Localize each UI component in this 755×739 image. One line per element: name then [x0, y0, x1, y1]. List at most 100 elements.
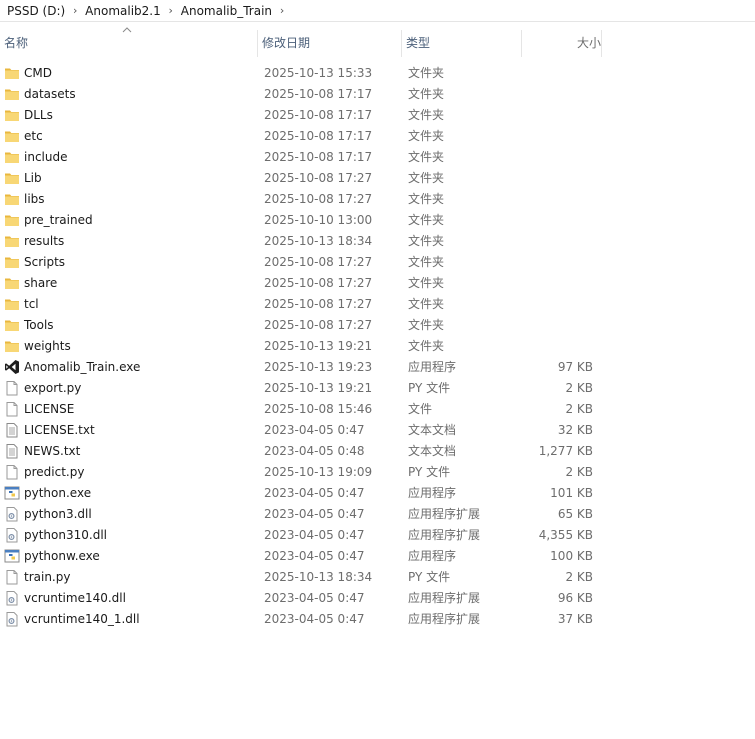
folder-icon	[4, 65, 20, 82]
file-type: 文本文档	[408, 423, 457, 437]
file-row[interactable]: Anomalib_Train.exe 2025-10-13 19:23 应用程序 97…	[0, 357, 602, 378]
file-row[interactable]: vcruntime140.dll 2023-04-05 0:47 应用程序扩展 96 …	[0, 588, 602, 609]
file-date: 2025-10-13 18:34	[264, 234, 373, 248]
file-row[interactable]: export.py 2025-10-13 19:21 PY 文件 2 KB	[0, 378, 602, 399]
file-type: 应用程序	[408, 360, 457, 374]
file-name: datasets	[24, 87, 76, 101]
file-row[interactable]: Tools 2025-10-08 17:27 文件夹	[0, 315, 602, 336]
file-size: 97 KB	[557, 360, 593, 374]
file-row[interactable]: python.exe 2023-04-05 0:47 应用程序 101 KB	[0, 483, 602, 504]
column-header-size[interactable]: 大小	[522, 30, 602, 57]
file-date: 2025-10-08 17:27	[264, 255, 373, 269]
file-type: 应用程序	[408, 549, 457, 563]
file-row[interactable]: train.py 2025-10-13 18:34 PY 文件 2 KB	[0, 567, 602, 588]
folder-icon	[4, 254, 20, 271]
file-date: 2025-10-13 19:21	[264, 381, 373, 395]
file-type: 文件夹	[408, 192, 445, 206]
file-size: 65 KB	[557, 507, 593, 521]
file-date: 2025-10-08 17:17	[264, 150, 373, 164]
file-name: python310.dll	[24, 528, 107, 542]
file-type: 文件夹	[408, 213, 445, 227]
file-row[interactable]: LICENSE.txt 2023-04-05 0:47 文本文档 32 KB	[0, 420, 602, 441]
file-date: 2025-10-10 13:00	[264, 213, 373, 227]
file-row[interactable]: results 2025-10-13 18:34 文件夹	[0, 231, 602, 252]
file-name: predict.py	[24, 465, 85, 479]
file-row[interactable]: libs 2025-10-08 17:27 文件夹	[0, 189, 602, 210]
file-date: 2025-10-08 17:17	[264, 108, 373, 122]
file-type: 文件夹	[408, 276, 445, 290]
file-row[interactable]: tcl 2025-10-08 17:27 文件夹	[0, 294, 602, 315]
file-date: 2025-10-08 17:27	[264, 192, 373, 206]
file-name: Anomalib_Train.exe	[24, 360, 141, 374]
file-name: CMD	[24, 66, 52, 80]
file-row[interactable]: CMD 2025-10-13 15:33 文件夹	[0, 63, 602, 84]
folder-icon	[4, 170, 20, 187]
file-row[interactable]: include 2025-10-08 17:17 文件夹	[0, 147, 602, 168]
file-row[interactable]: pythonw.exe 2023-04-05 0:47 应用程序 100 KB	[0, 546, 602, 567]
file-row[interactable]: vcruntime140_1.dll 2023-04-05 0:47 应用程序扩展 3…	[0, 609, 602, 630]
text-file-icon	[4, 422, 20, 439]
visual-studio-icon	[4, 359, 20, 376]
file-type: 文件夹	[408, 108, 445, 122]
file-row[interactable]: python310.dll 2023-04-05 0:47 应用程序扩展 4,355 …	[0, 525, 602, 546]
folder-icon	[4, 149, 20, 166]
column-header-name[interactable]: 名称	[0, 30, 258, 57]
file-type: PY 文件	[408, 465, 451, 479]
file-name: Scripts	[24, 255, 66, 269]
file-row[interactable]: python3.dll 2023-04-05 0:47 应用程序扩展 65 KB	[0, 504, 602, 525]
file-name: vcruntime140_1.dll	[24, 612, 140, 626]
file-type: 应用程序扩展	[408, 591, 481, 605]
file-size: 2 KB	[565, 402, 593, 416]
folder-icon	[4, 212, 20, 229]
file-row[interactable]: LICENSE 2025-10-08 15:46 文件 2 KB	[0, 399, 602, 420]
file-date: 2025-10-08 17:27	[264, 318, 373, 332]
file-date: 2025-10-13 15:33	[264, 66, 373, 80]
file-name: LICENSE	[24, 402, 75, 416]
file-date: 2025-10-13 18:34	[264, 570, 373, 584]
python-exe-icon	[4, 548, 20, 565]
file-type: 文件夹	[408, 339, 445, 353]
breadcrumb-item-anomalib[interactable]: Anomalib2.1	[85, 4, 161, 18]
breadcrumb-item-anomalib-train[interactable]: Anomalib_Train	[181, 4, 272, 18]
breadcrumb-item-drive[interactable]: PSSD (D:)	[7, 4, 65, 18]
file-type: 文件	[408, 402, 433, 416]
file-name: tcl	[24, 297, 39, 311]
file-row[interactable]: weights 2025-10-13 19:21 文件夹	[0, 336, 602, 357]
column-header-type[interactable]: 类型	[402, 30, 522, 57]
file-size: 4,355 KB	[538, 528, 593, 542]
file-row[interactable]: Lib 2025-10-08 17:27 文件夹	[0, 168, 602, 189]
file-row[interactable]: share 2025-10-08 17:27 文件夹	[0, 273, 602, 294]
file-row[interactable]: pre_trained 2025-10-10 13:00 文件夹	[0, 210, 602, 231]
chevron-right-icon[interactable]: ›	[272, 4, 292, 17]
file-row[interactable]: predict.py 2025-10-13 19:09 PY 文件 2 KB	[0, 462, 602, 483]
file-type: 应用程序扩展	[408, 612, 481, 626]
file-date: 2023-04-05 0:47	[264, 528, 365, 542]
file-row[interactable]: DLLs 2025-10-08 17:17 文件夹	[0, 105, 602, 126]
file-type: 文件夹	[408, 66, 445, 80]
file-size: 96 KB	[557, 591, 593, 605]
file-name: python3.dll	[24, 507, 92, 521]
folder-icon	[4, 86, 20, 103]
file-name: vcruntime140.dll	[24, 591, 126, 605]
file-row[interactable]: Scripts 2025-10-08 17:27 文件夹	[0, 252, 602, 273]
file-date: 2025-10-13 19:09	[264, 465, 373, 479]
folder-icon	[4, 128, 20, 145]
file-row[interactable]: NEWS.txt 2023-04-05 0:48 文本文档 1,277 KB	[0, 441, 602, 462]
chevron-right-icon[interactable]: ›	[161, 4, 181, 17]
file-row[interactable]: etc 2025-10-08 17:17 文件夹	[0, 126, 602, 147]
file-row[interactable]: datasets 2025-10-08 17:17 文件夹	[0, 84, 602, 105]
file-type: 文件夹	[408, 234, 445, 248]
file-date: 2023-04-05 0:48	[264, 444, 365, 458]
dll-file-icon	[4, 527, 20, 544]
chevron-right-icon[interactable]: ›	[65, 4, 85, 17]
file-name: LICENSE.txt	[24, 423, 95, 437]
file-name: pythonw.exe	[24, 549, 100, 563]
file-type: PY 文件	[408, 381, 451, 395]
file-type: 文件夹	[408, 297, 445, 311]
column-header-date[interactable]: 修改日期	[258, 30, 402, 57]
file-name: share	[24, 276, 58, 290]
file-type: 应用程序扩展	[408, 507, 481, 521]
file-date: 2025-10-08 17:27	[264, 171, 373, 185]
file-size: 2 KB	[565, 465, 593, 479]
file-date: 2023-04-05 0:47	[264, 423, 365, 437]
